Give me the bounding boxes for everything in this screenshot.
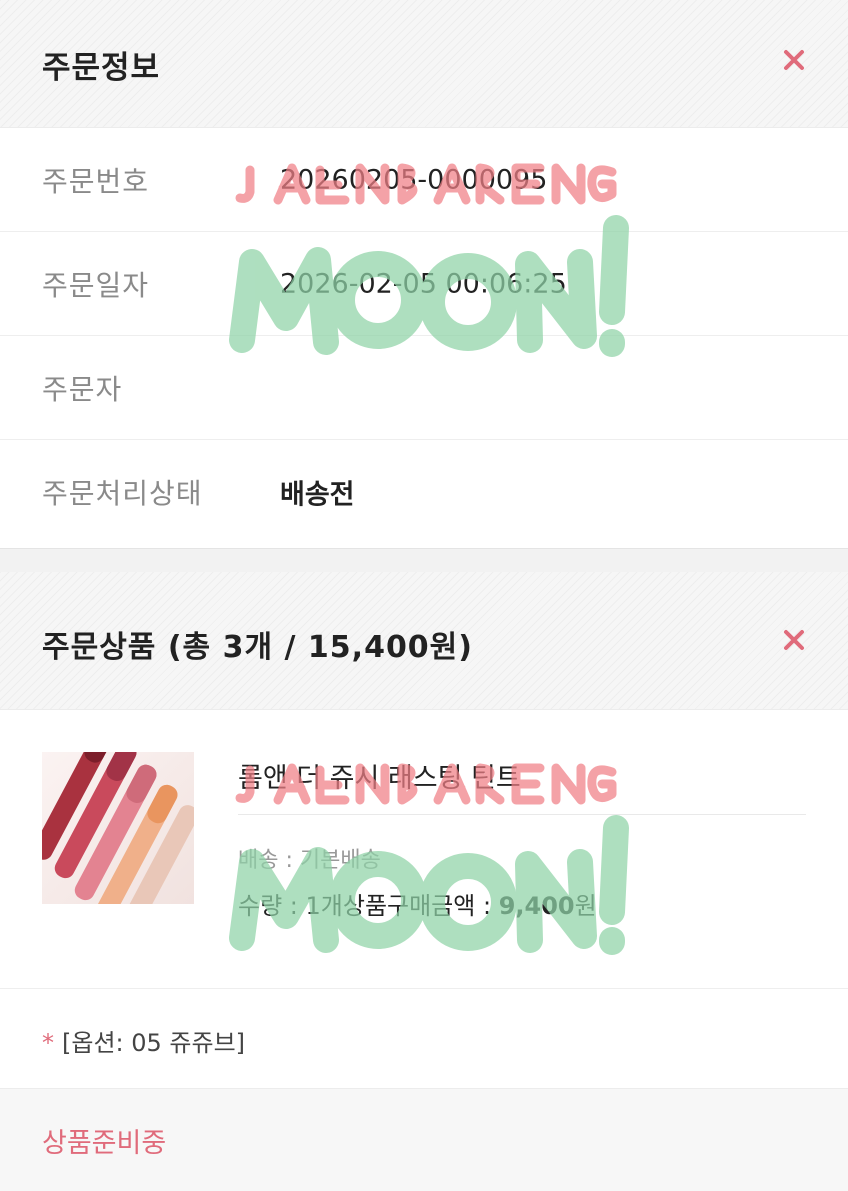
order-number-label: 주문번호 xyxy=(42,164,150,198)
product-name[interactable]: 롬앤 더 쥬시 래스팅 틴트 xyxy=(238,756,521,795)
order-status-value: 배송전 xyxy=(280,479,355,511)
order-status-label: 주문처리상태 xyxy=(42,477,203,510)
amount-unit: 원 xyxy=(574,892,597,920)
product-thumbnail[interactable] xyxy=(42,752,194,904)
orderer-row: 주문자 xyxy=(0,336,848,440)
option-value: [옵션: 05 쥬쥬브] xyxy=(62,1029,246,1057)
close-order-products-button[interactable] xyxy=(782,628,806,652)
product-divider xyxy=(238,814,806,815)
option-text: * [옵션: 05 쥬쥬브] xyxy=(42,1023,245,1058)
option-bullet: * xyxy=(42,1029,54,1057)
order-date-row: 주문일자 2026-02-05 00:06:25 xyxy=(0,232,848,336)
order-info-header: 주문정보 xyxy=(0,0,848,128)
order-number-row: 주문번호 20260205-0000095 xyxy=(0,128,848,232)
amount-value: 9,400 xyxy=(498,892,575,920)
orderer-label: 주문자 xyxy=(42,372,123,406)
order-info-title: 주문정보 xyxy=(42,50,161,86)
order-products-header: 주문상품 (총 3개 / 15,400원) xyxy=(0,572,848,710)
order-date-value: 2026-02-05 00:06:25 xyxy=(280,268,567,299)
close-order-info-button[interactable] xyxy=(782,48,806,72)
order-date-label: 주문일자 xyxy=(42,268,150,302)
quantity-text: 수량 : 1개 xyxy=(238,892,343,920)
close-icon xyxy=(784,50,804,70)
order-detail-page: 주문정보 주문번호 20260205-0000095 주문일자 2026-02-… xyxy=(0,0,848,1191)
close-icon xyxy=(784,630,804,650)
amount-label: 상품구매금액 : xyxy=(342,892,499,920)
option-row: * [옵션: 05 쥬쥬브] xyxy=(0,988,848,1088)
product-status-text: 상품준비중 xyxy=(42,1128,167,1159)
product-status-row: 상품준비중 xyxy=(0,1088,848,1191)
section-gap xyxy=(0,548,848,572)
shipping-info: 배송 : 기본배송 xyxy=(238,848,381,873)
order-products-title: 주문상품 (총 3개 / 15,400원) xyxy=(42,630,473,665)
order-number-value: 20260205-0000095 xyxy=(280,164,548,195)
lip-tint-product-image xyxy=(42,752,194,904)
quantity-price-line: 수량 : 1개상품구매금액 : 9,400원 xyxy=(238,886,597,921)
order-status-row: 주문처리상태 배송전 xyxy=(0,440,848,544)
